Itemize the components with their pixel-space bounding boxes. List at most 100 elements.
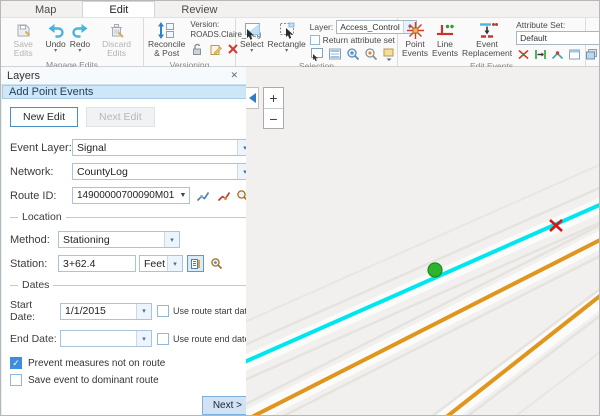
- undo-button[interactable]: Undo ▾: [43, 20, 67, 54]
- station-unit-dropdown[interactable]: Feet: [139, 255, 183, 272]
- ribbon-tabbar: Map Edit Review: [1, 1, 599, 18]
- select-button[interactable]: Select ▾: [238, 20, 266, 54]
- end-date-dropdown-arrow: [136, 331, 151, 346]
- point-events-button[interactable]: Point Events: [400, 20, 430, 60]
- end-date-label: End Date:: [10, 333, 60, 345]
- select-tool-icon: [242, 21, 262, 39]
- add-point-events-panel: Add Point Events ✕ New Edit Next Edit Ev…: [1, 85, 261, 415]
- group-edit-events: Point Events Line Events E: [398, 18, 586, 66]
- attribute-table-icon[interactable]: [328, 47, 342, 61]
- application-window: Map Edit Review Save Edits: [0, 0, 600, 416]
- rectangle-select-button[interactable]: Rectangle ▾: [266, 20, 308, 54]
- undo-icon: [47, 21, 65, 39]
- pick-location-on-map-button[interactable]: [187, 255, 204, 272]
- use-route-start-date-label: Use route start date: [173, 306, 252, 316]
- group-versioning: Reconcile & Post Version: ROADS.Claire_R…: [144, 18, 236, 66]
- version-lock-icon[interactable]: [190, 42, 204, 56]
- line-events-button[interactable]: Line Events: [430, 20, 460, 60]
- save-edits-button[interactable]: Save Edits: [3, 20, 43, 60]
- map-zoom-control: + −: [263, 87, 284, 129]
- method-dropdown[interactable]: Stationing: [58, 231, 180, 248]
- start-date-dropdown-arrow: [136, 304, 151, 319]
- prevent-measures-checkbox[interactable]: [10, 357, 22, 369]
- use-route-end-date-label: Use route end date: [173, 334, 250, 344]
- dominant-route-checkbox[interactable]: [10, 374, 22, 386]
- station-input[interactable]: [58, 255, 136, 272]
- event-layer-dropdown[interactable]: Signal: [72, 139, 253, 156]
- merge-events-icon[interactable]: [533, 47, 547, 61]
- select-dropdown-arrow[interactable]: ▾: [250, 49, 253, 53]
- version-edit-icon[interactable]: [208, 42, 222, 56]
- zoom-to-station-icon[interactable]: [208, 255, 225, 272]
- pick-route-icon[interactable]: [215, 187, 232, 204]
- return-attribute-set-checkbox[interactable]: [310, 35, 320, 45]
- tab-review[interactable]: Review: [155, 2, 243, 17]
- undo-dropdown-arrow[interactable]: ▾: [54, 49, 57, 53]
- event-layer-label: Event Layer:: [10, 142, 72, 154]
- event-point-marker[interactable]: [428, 263, 442, 277]
- panel-collapse-tab[interactable]: [246, 87, 259, 109]
- add-point-events-title: Add Point Events: [9, 86, 93, 98]
- zoom-out-button[interactable]: −: [264, 108, 283, 128]
- point-events-icon: [406, 21, 425, 39]
- network-label: Network:: [10, 166, 72, 178]
- group-selection: Select ▾ Rectangle ▾ Layer:: [236, 18, 398, 66]
- add-point-events-header[interactable]: Add Point Events ✕: [2, 85, 261, 99]
- redo-button[interactable]: Redo ▾: [68, 20, 92, 54]
- tab-map[interactable]: Map: [9, 2, 82, 17]
- event-replacement-button[interactable]: Event Replacement: [460, 20, 514, 60]
- location-section-header: Location: [10, 211, 253, 223]
- station-unit-dropdown-arrow: [167, 256, 182, 271]
- layers-panel-header[interactable]: Layers ✕: [1, 67, 246, 85]
- start-date-label: Start Date:: [10, 299, 60, 323]
- selection-options-icon[interactable]: [382, 47, 396, 61]
- method-dropdown-arrow: [164, 232, 179, 247]
- retire-event-icon[interactable]: [550, 47, 564, 61]
- route-id-dropdown-arrow: ▼: [177, 192, 189, 199]
- tab-edit[interactable]: Edit: [82, 1, 155, 17]
- use-route-start-date-checkbox[interactable]: [157, 305, 169, 317]
- discard-edits-button[interactable]: Discard Edits: [92, 20, 141, 60]
- dominant-route-label: Save event to dominant route: [28, 375, 159, 386]
- event-replacement-icon: [476, 21, 498, 39]
- dates-section-header: Dates: [10, 279, 253, 291]
- split-event-icon[interactable]: [516, 47, 530, 61]
- collapse-left-icon: [249, 93, 256, 103]
- return-attribute-set-label: Return attribute set: [323, 35, 395, 45]
- layers-close-icon[interactable]: ✕: [228, 70, 240, 81]
- layers-panel-title: Layers: [7, 70, 40, 82]
- save-icon: [15, 21, 32, 39]
- route-id-combo[interactable]: 14900000700090M01 ▼: [72, 187, 190, 204]
- map-scene: [246, 67, 599, 415]
- route-id-label: Route ID:: [10, 190, 72, 202]
- prevent-measures-label: Prevent measures not on route: [28, 358, 165, 369]
- network-dropdown[interactable]: CountyLog: [72, 163, 253, 180]
- rectangle-dropdown-arrow[interactable]: ▾: [285, 49, 288, 53]
- ribbon: Map Edit Review Save Edits: [1, 1, 599, 67]
- pan-to-selection-icon[interactable]: [364, 47, 378, 61]
- line-events-icon: [435, 21, 455, 39]
- rectangle-tool-icon: [277, 21, 297, 39]
- method-label: Method:: [10, 234, 58, 246]
- new-edit-button[interactable]: New Edit: [10, 107, 78, 127]
- reconcile-post-button[interactable]: Reconcile & Post: [146, 20, 187, 60]
- ribbon-body: Save Edits Undo ▾ Redo ▾: [1, 18, 599, 66]
- reconcile-icon: [157, 21, 176, 39]
- trash-icon: [108, 21, 125, 39]
- left-panel: Layers ✕ Add Point Events ✕ New Edit Nex…: [1, 67, 246, 415]
- end-date-dropdown[interactable]: [60, 330, 152, 347]
- events-window-icon[interactable]: [567, 47, 581, 61]
- station-label: Station:: [10, 258, 58, 270]
- use-route-end-date-checkbox[interactable]: [157, 333, 169, 345]
- zoom-to-selection-icon[interactable]: [346, 47, 360, 61]
- layer-label: Layer:: [310, 22, 334, 32]
- zoom-in-button[interactable]: +: [264, 88, 283, 108]
- select-route-icon[interactable]: [194, 187, 211, 204]
- redo-dropdown-arrow[interactable]: ▾: [78, 49, 81, 53]
- redo-icon: [71, 21, 89, 39]
- select-window-icon[interactable]: [310, 47, 324, 61]
- start-date-dropdown[interactable]: 1/1/2015: [60, 303, 152, 320]
- next-edit-button[interactable]: Next Edit: [86, 107, 155, 127]
- group-manage-edits: Save Edits Undo ▾ Redo ▾: [1, 18, 144, 66]
- map-view[interactable]: + −: [246, 67, 599, 415]
